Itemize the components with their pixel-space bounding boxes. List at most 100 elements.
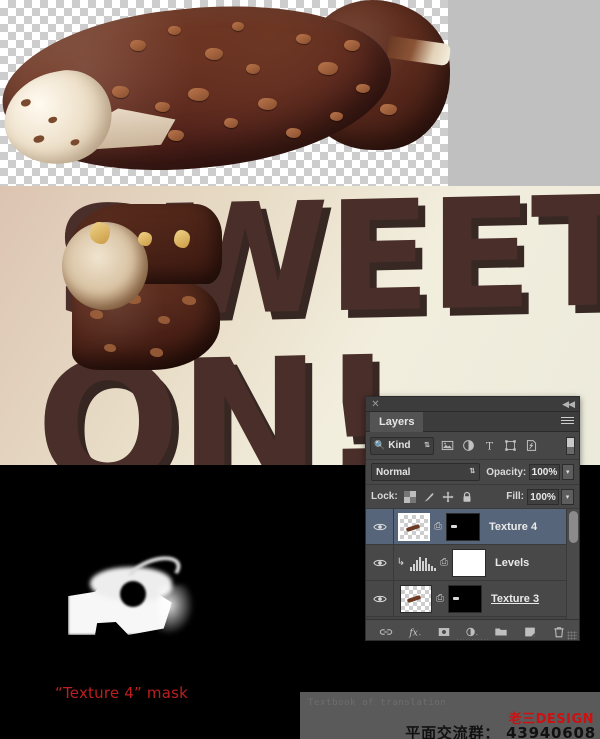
blend-mode-value: Normal: [376, 466, 411, 478]
chocolate-chip: [104, 344, 116, 352]
filter-adjustment-layers-icon[interactable]: [462, 439, 475, 452]
nut-chunk: [205, 48, 223, 60]
layer-thumbnail[interactable]: [400, 584, 432, 613]
layer-mask-thumbnail[interactable]: [446, 512, 480, 541]
fill-dropdown-icon[interactable]: ▾: [561, 488, 574, 505]
nut-chunk: [188, 88, 209, 101]
nut-chunk: [168, 26, 181, 35]
cream-chip: [32, 134, 45, 144]
mask-thumbnail-content: [453, 596, 459, 600]
thumbnail-content: [405, 523, 421, 532]
nut-chunk: [155, 102, 170, 112]
layer-list: ⎙ Texture 4 ↳ ⎙ Levels ⎙ Texture 3: [366, 509, 579, 619]
layer-list-scrollbar[interactable]: [566, 509, 579, 619]
chocolate-chip: [90, 310, 103, 319]
nut-chunk: [296, 34, 311, 44]
nut-chunk: [318, 62, 338, 75]
nut-chunk: [246, 64, 260, 74]
link-mask-icon[interactable]: ⎙: [438, 557, 450, 568]
lock-image-pixels-icon[interactable]: [423, 491, 435, 503]
layer-mask-thumbnail[interactable]: [452, 548, 486, 577]
filter-type-icons: T: [441, 439, 538, 452]
table-row[interactable]: ⎙ Texture 3: [366, 581, 579, 617]
cream-chip: [70, 138, 80, 147]
nut-chunk: [224, 118, 238, 128]
link-mask-icon[interactable]: ⎙: [434, 593, 446, 604]
layer-mask-thumbnail[interactable]: [448, 584, 482, 613]
blend-mode-select[interactable]: Normal ⇅: [371, 463, 481, 481]
table-row[interactable]: ⎙ Texture 4: [366, 509, 579, 545]
mask-thumbnail-content: [451, 524, 457, 528]
collapse-panel-icon[interactable]: ◀◀: [562, 399, 575, 410]
nut-chunk: [356, 84, 370, 93]
nut-chunk: [232, 22, 244, 31]
eye-icon: [372, 595, 387, 602]
filter-pixel-layers-icon[interactable]: [441, 439, 454, 452]
layers-panel[interactable]: ✕ ◀◀ Layers 🔍 Kind ⇅ T Normal ⇅ Opacity:…: [365, 396, 580, 641]
hazelnut: [174, 230, 190, 248]
add-layer-mask-button[interactable]: [437, 625, 451, 639]
table-row[interactable]: ↳ ⎙ Levels: [366, 545, 579, 581]
delete-layer-button[interactable]: [552, 625, 566, 639]
nut-chunk: [380, 104, 397, 115]
clipping-mask-arrow-icon: ↳: [396, 557, 406, 568]
nut-chunk: [112, 86, 129, 98]
filter-kind-select[interactable]: 🔍 Kind ⇅: [370, 436, 434, 455]
chevron-updown-icon: ⇅: [424, 441, 430, 449]
fill-input[interactable]: 100%: [527, 488, 559, 505]
layer-visibility-toggle[interactable]: [366, 581, 394, 616]
new-adjustment-layer-button[interactable]: [465, 625, 479, 639]
watermark-bar: Textbook of translation 老三DESIGN 平面交流群： …: [300, 692, 600, 739]
layer-name[interactable]: Levels: [495, 557, 529, 569]
chocolate-chip: [150, 348, 163, 357]
svg-text:T: T: [486, 441, 493, 452]
opacity-input[interactable]: 100%: [529, 464, 560, 480]
opacity-label: Opacity:: [486, 466, 527, 478]
layer-name[interactable]: Texture 3: [491, 593, 539, 605]
chocolate-letter-s-photo: [62, 200, 222, 370]
link-mask-icon[interactable]: ⎙: [432, 521, 444, 532]
tab-layers[interactable]: Layers: [370, 412, 424, 432]
watermark-qq-group: 平面交流群： 43940608: [405, 724, 596, 739]
nut-chunk: [286, 128, 301, 138]
lock-position-icon[interactable]: [442, 491, 454, 503]
filter-type-layers-icon[interactable]: T: [483, 439, 496, 452]
lock-icons: [403, 490, 473, 503]
lock-all-icon[interactable]: [461, 491, 473, 503]
transparent-canvas-area: [0, 0, 600, 186]
nut-chunk: [258, 98, 277, 110]
watermark-textbook-text: Textbook of translation: [308, 698, 447, 708]
link-layers-button[interactable]: [379, 625, 393, 639]
layer-visibility-toggle[interactable]: [366, 545, 394, 580]
layer-style-fx-button[interactable]: fx: [408, 625, 422, 639]
new-group-button[interactable]: [494, 625, 508, 639]
lock-transparent-pixels-icon[interactable]: [403, 490, 416, 503]
panel-resize-grip[interactable]: [455, 639, 490, 640]
lock-row: Lock: Fill: 100% ▾: [366, 485, 579, 509]
filter-enable-toggle[interactable]: [566, 437, 575, 455]
levels-adjustment-thumbnail[interactable]: [410, 555, 436, 571]
panel-bottom-toolbar: fx: [366, 619, 579, 640]
opacity-dropdown-icon[interactable]: ▾: [561, 464, 574, 480]
eye-icon: [372, 559, 387, 566]
layer-thumbnail[interactable]: [398, 512, 430, 541]
close-icon[interactable]: ✕: [371, 400, 380, 410]
hazelnut: [90, 222, 110, 244]
mask-smudge: [158, 585, 194, 635]
panel-menu-icon[interactable]: [561, 417, 574, 427]
filter-kind-label: Kind: [388, 440, 411, 451]
panel-resize-corner[interactable]: [567, 631, 577, 640]
icecream-bar-image: [0, 0, 452, 186]
chevron-updown-icon: ⇅: [469, 468, 476, 475]
layer-name[interactable]: Texture 4: [489, 521, 537, 533]
nut-chunk: [330, 112, 343, 121]
new-layer-button[interactable]: [523, 625, 537, 639]
layer-visibility-toggle[interactable]: [366, 509, 394, 544]
thumbnail-content: [406, 594, 422, 603]
filter-smart-object-icon[interactable]: [525, 439, 538, 452]
svg-text:fx: fx: [408, 628, 417, 638]
nut-chunk: [344, 40, 360, 51]
blend-mode-row: Normal ⇅ Opacity: 100% ▾: [366, 460, 579, 485]
scrollbar-thumb[interactable]: [569, 511, 578, 543]
filter-shape-layers-icon[interactable]: [504, 439, 517, 452]
